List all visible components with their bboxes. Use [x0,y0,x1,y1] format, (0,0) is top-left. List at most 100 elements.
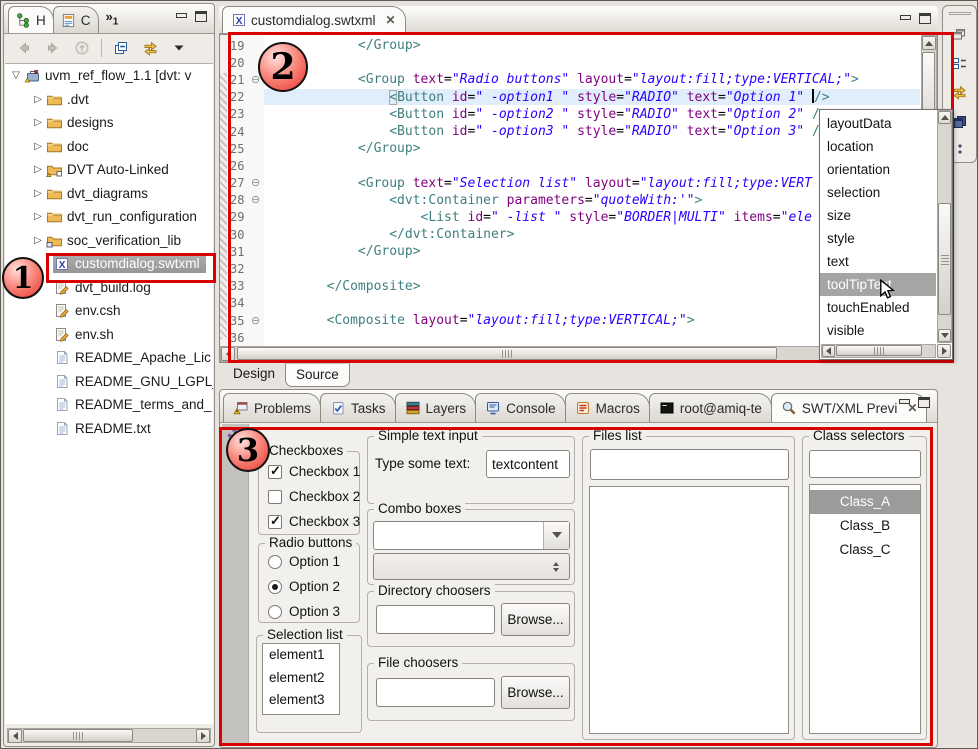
list-item-element2[interactable]: element2 [263,667,339,690]
code-line-20[interactable]: 20 [227,54,920,71]
class-item-class_a[interactable]: Class_A [810,490,920,514]
checkbox-3[interactable]: Checkbox 3 [268,514,360,529]
combo-box-1[interactable] [373,521,570,550]
code-line-33[interactable]: 33 </Composite> [227,278,920,295]
code-line-27[interactable]: 27⊖ <Group text="Selection list" layout=… [227,175,920,192]
tree-item-readme-terms-and-[interactable]: README_terms_and_ [5,393,213,417]
bottom-tab-layers[interactable]: Layers [395,393,477,422]
tree-item-soc-verification-lib[interactable]: ▷soc_verification_lib [5,229,213,253]
file-input[interactable] [376,678,495,707]
completion-item-size[interactable]: size [820,204,936,227]
expand-arrow-icon[interactable]: ▷ [31,141,45,152]
popup-scroll-right-icon[interactable] [937,344,951,358]
code-line-19[interactable]: 19 </Group> [227,37,920,54]
view-tab-h[interactable]: H [8,6,54,33]
combo-box-2[interactable] [373,553,570,580]
maximize-editor-button[interactable] [919,13,931,24]
view-tab-c[interactable]: C [53,6,99,33]
file-browse-button[interactable]: Browse... [501,676,570,709]
maximize-view-button[interactable] [195,11,207,22]
directory-browse-button[interactable]: Browse... [501,603,570,636]
directory-input[interactable] [376,605,495,634]
tree-item-readme-gnu-lgpl-[interactable]: README_GNU_LGPL_ [5,370,213,394]
explorer-hscrollbar[interactable] [7,728,211,743]
expand-arrow-icon[interactable]: ▷ [31,211,45,222]
text-input[interactable] [486,450,570,478]
completion-item-layoutdata[interactable]: layoutData [820,112,936,135]
code-line-24[interactable]: 24 <Button id=" -option3 " style="RADIO"… [227,123,920,140]
class-filter-input[interactable] [809,450,921,478]
code-line-23[interactable]: 23 <Button id=" -option2 " style="RADIO"… [227,106,920,123]
link-with-editor-button[interactable] [140,38,160,58]
view-menu-button[interactable] [169,38,189,58]
checkbox-1[interactable]: Checkbox 1 [268,464,360,479]
restore-views-icon[interactable] [949,24,971,44]
expand-arrow-icon[interactable]: ▷ [31,117,45,128]
tree-item-doc[interactable]: ▷doc [5,135,213,159]
bottom-tab-root-amiq-te[interactable]: root@amiq-te [649,393,772,422]
popup-hscrollbar[interactable] [821,344,936,358]
completion-item-selection[interactable]: selection [820,181,936,204]
code-line-31[interactable]: 31 </Group> [227,243,920,260]
popup-vscrollbar[interactable] [937,110,952,343]
bottom-tab-macros[interactable]: Macros [565,393,650,422]
files-listbox[interactable] [589,486,789,734]
tree-item-readme-apache-lic[interactable]: README_Apache_Lic [5,346,213,370]
view-tab-overflow[interactable]: »1 [106,9,119,28]
checkbox-box[interactable] [268,465,282,479]
radio-option-3[interactable]: Option 3 [268,604,340,619]
outline-view-icon[interactable] [949,53,971,73]
radio-circle[interactable] [268,580,282,594]
fold-collapse-icon[interactable]: ⊖ [251,316,264,326]
tree-item-.dvt[interactable]: ▷.dvt [5,88,213,112]
bottom-tab-tasks[interactable]: Tasks [320,393,396,422]
tree-item-env.csh[interactable]: env.csh [5,299,213,323]
tree-item-uvm-ref-flow-1.1-dvt-v[interactable]: ▽uvm_ref_flow_1.1 [dvt: v [5,64,213,88]
code-line-34[interactable]: 34 [227,295,920,312]
back-button[interactable] [14,38,34,58]
editor-tab-customdialog[interactable]: X customdialog.swtxml ✕ [222,6,406,33]
expand-arrow-icon[interactable]: ▷ [31,94,45,105]
close-editor-tab-icon[interactable]: ✕ [386,13,396,27]
radio-option-2[interactable]: Option 2 [268,579,340,594]
tree-item-dvt-diagrams[interactable]: ▷dvt_diagrams [5,182,213,206]
completion-item-orientation[interactable]: orientation [820,158,936,181]
completion-item-style[interactable]: style [820,227,936,250]
list-item-element1[interactable]: element1 [263,644,339,667]
checkbox-box[interactable] [268,515,282,529]
go-into-button[interactable] [72,38,92,58]
minimize-bottom-panel-button[interactable] [898,397,910,407]
radio-option-1[interactable]: Option 1 [268,554,340,569]
strip-drag-handle[interactable] [949,12,971,15]
class-item-class_b[interactable]: Class_B [810,514,920,538]
maximize-bottom-panel-button[interactable] [918,397,930,408]
code-line-30[interactable]: 30 </dvt:Container> [227,226,920,243]
forward-button[interactable] [43,38,63,58]
minimize-view-button[interactable] [175,11,187,21]
checkbox-2[interactable]: Checkbox 2 [268,489,360,504]
completion-item-tooltiptext[interactable]: toolTipText [820,273,936,296]
completion-item-visible[interactable]: visible [820,319,936,342]
tree-item-dvt-auto-linked[interactable]: ▷DVT Auto-Linked [5,158,213,182]
code-line-22[interactable]: 22 <Button id=" -option1 " style="RADIO"… [227,89,920,106]
code-line-35[interactable]: 35⊖ <Composite layout="layout:fill;type:… [227,312,920,329]
expand-arrow-icon[interactable]: ▷ [31,164,45,175]
bottom-tab-problems[interactable]: Problems [223,393,321,422]
completion-item-location[interactable]: location [820,135,936,158]
collapse-all-button[interactable] [111,38,131,58]
tree-item-readme.txt[interactable]: README.txt [5,417,213,441]
editor-hscrollbar[interactable] [220,346,921,362]
code-line-32[interactable]: 32 [227,260,920,277]
minimize-editor-button[interactable] [899,13,911,23]
fold-collapse-icon[interactable]: ⊖ [251,195,264,205]
code-line-26[interactable]: 26 [227,157,920,174]
code-line-28[interactable]: 28⊖ <dvt:Container parameters="quoteWith… [227,192,920,209]
files-filter-input[interactable] [590,449,789,480]
tree-item-designs[interactable]: ▷designs [5,111,213,135]
radio-circle[interactable] [268,605,282,619]
tree-item-dvt-run-configuration[interactable]: ▷dvt_run_configuration [5,205,213,229]
fold-collapse-icon[interactable]: ⊖ [251,178,264,188]
expand-arrow-icon[interactable]: ▷ [31,235,45,246]
collapse-arrow-icon[interactable]: ▽ [9,70,23,81]
checkbox-box[interactable] [268,490,282,504]
